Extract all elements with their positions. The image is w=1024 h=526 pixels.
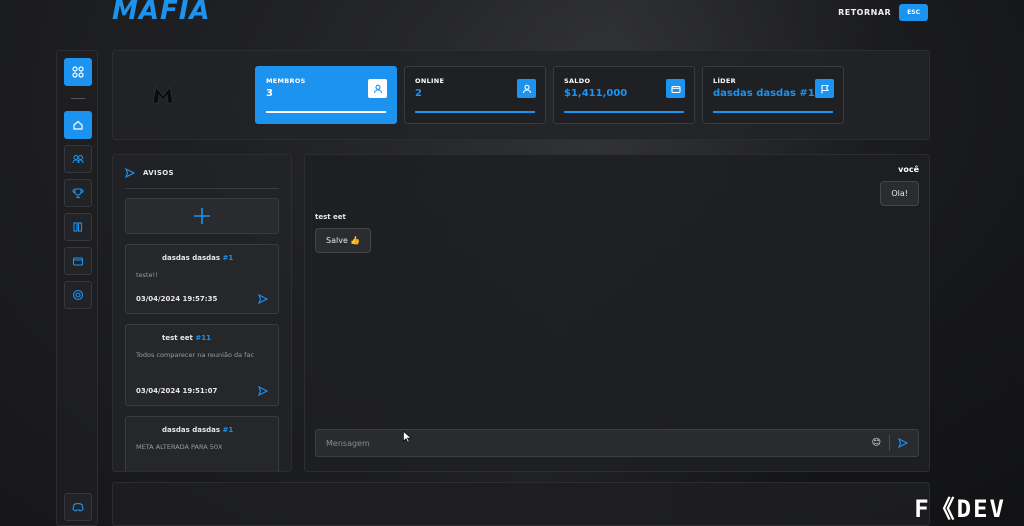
target-icon — [72, 289, 84, 301]
notices-header: AVISOS — [113, 155, 291, 188]
mouse-cursor-icon — [403, 431, 412, 443]
emoji-icon[interactable]: 😊 — [872, 438, 881, 448]
plus-icon — [194, 208, 210, 224]
sidebar-item-discord[interactable] — [64, 493, 92, 521]
home-icon — [73, 120, 83, 130]
stat-underline — [564, 111, 684, 113]
stat-underline — [415, 111, 535, 113]
notice-item: dasdas dasdas #1 META ALTERADA PARA 50X — [125, 416, 279, 471]
sidebar-item-members[interactable] — [64, 145, 92, 173]
send-icon — [125, 168, 135, 178]
user-icon — [368, 79, 387, 98]
sidebar-item-home[interactable] — [64, 111, 92, 139]
wallet-icon — [666, 79, 685, 98]
app-logo: MAFIA — [112, 0, 211, 26]
other-name-label: test eet — [315, 213, 346, 221]
sidebar — [56, 50, 98, 526]
notice-item: test eet #11 Todos comparecer na reunião… — [125, 324, 279, 406]
sidebar-item-books[interactable] — [64, 213, 92, 241]
discord-icon — [72, 503, 84, 512]
notice-author: test eet #11 — [162, 334, 211, 342]
notice-item: dasdas dasdas #1 teste!! 03/04/2024 19:5… — [125, 244, 279, 314]
books-icon — [73, 222, 83, 232]
stat-card-lider[interactable]: LÍDER dasdas dasdas #1 — [702, 66, 844, 124]
members-icon — [72, 154, 84, 164]
watermark-logo: F《DEV — [914, 495, 1006, 523]
esc-button[interactable]: ESC — [899, 4, 928, 21]
my-name-label: você — [898, 165, 919, 174]
send-icon[interactable] — [258, 294, 268, 304]
notice-message: Todos comparecer na reunião da fac — [136, 351, 255, 359]
gang-emblem — [152, 86, 174, 108]
sidebar-divider — [71, 98, 85, 99]
bottom-panel — [112, 482, 930, 526]
trophy-icon — [72, 188, 84, 199]
send-icon[interactable] — [258, 386, 268, 396]
wallet-icon — [72, 257, 84, 266]
notice-author: dasdas dasdas #1 — [162, 426, 234, 434]
my-message-bubble: Ola! — [880, 181, 919, 206]
sidebar-item-target[interactable] — [64, 281, 92, 309]
grid-icon — [72, 66, 84, 78]
notices-divider — [125, 188, 279, 189]
chat-panel: você Ola! test eet Salve 👍 😊 — [304, 154, 930, 472]
stat-underline — [266, 111, 386, 113]
flag-icon — [815, 79, 834, 98]
return-label: RETORNAR — [838, 8, 892, 17]
user-icon — [517, 79, 536, 98]
notice-timestamp: 03/04/2024 19:57:35 — [136, 295, 218, 303]
stat-card-membros[interactable]: MEMBROS 3 — [255, 66, 397, 124]
input-divider — [889, 435, 890, 451]
stat-underline — [713, 111, 833, 113]
sidebar-item-grid[interactable] — [64, 58, 92, 86]
sidebar-item-wallet[interactable] — [64, 247, 92, 275]
stat-card-saldo[interactable]: SALDO $1,411,000 — [553, 66, 695, 124]
notice-timestamp: 03/04/2024 19:51:07 — [136, 387, 218, 395]
sidebar-item-trophy[interactable] — [64, 179, 92, 207]
notice-message: teste!! — [136, 271, 158, 279]
notices-title: AVISOS — [143, 169, 174, 177]
other-message-bubble: Salve 👍 — [315, 228, 372, 253]
add-notice-button[interactable] — [125, 198, 279, 234]
notices-panel: AVISOS dasdas dasdas #1 teste!! 03/04/20… — [112, 154, 292, 472]
notice-author: dasdas dasdas #1 — [162, 254, 234, 262]
top-right-controls: RETORNAR ESC — [838, 4, 928, 21]
send-icon[interactable] — [898, 438, 908, 448]
stat-card-online[interactable]: ONLINE 2 — [404, 66, 546, 124]
notice-message: META ALTERADA PARA 50X — [136, 443, 223, 451]
